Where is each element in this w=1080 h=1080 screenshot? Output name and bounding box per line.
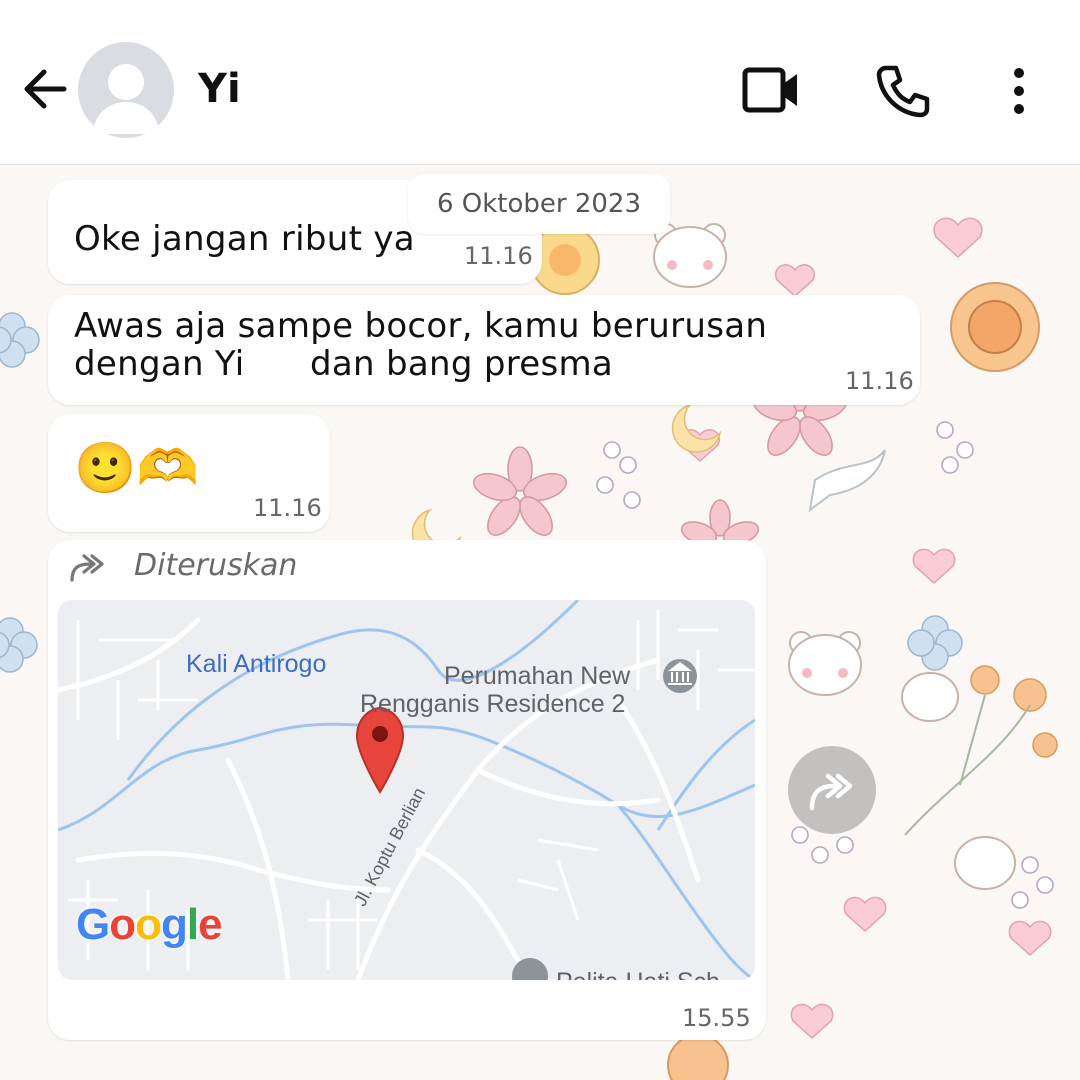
- google-logo: Google: [76, 900, 223, 949]
- location-map-preview[interactable]: Kali Antirogo Perumahan New Rengganis Re…: [58, 600, 755, 980]
- more-options-icon[interactable]: [998, 64, 1040, 118]
- contact-avatar[interactable]: [78, 42, 174, 138]
- avatar-placeholder-icon: [92, 64, 160, 134]
- message-time: 11.16: [845, 367, 914, 395]
- message-text-line-2b: dan bang presma: [310, 344, 614, 384]
- back-arrow-icon[interactable]: [18, 62, 72, 116]
- message-text-line-2a: dengan Yi: [74, 344, 245, 384]
- message-bubble-2[interactable]: Awas aja sampe bocor, kamu berurusan den…: [48, 295, 920, 405]
- message-time: 15.55: [682, 1004, 751, 1032]
- message-bubble-3[interactable]: 🙂🫶 11.16: [48, 414, 330, 532]
- map-label-river: Kali Antirogo: [186, 650, 327, 678]
- message-time: 11.16: [253, 494, 322, 522]
- voice-call-icon[interactable]: [874, 62, 932, 120]
- forward-icon: [809, 773, 853, 811]
- date-divider: 6 Oktober 2023: [408, 174, 670, 234]
- map-label-place-line-1: Perumahan New: [444, 662, 631, 690]
- contact-name[interactable]: Yi: [198, 66, 241, 112]
- forward-message-button[interactable]: [788, 746, 876, 834]
- message-time: 11.16: [464, 242, 533, 270]
- forwarded-icon: [70, 554, 104, 582]
- map-label-school: Pelita Hati Sch: [556, 968, 720, 980]
- video-call-icon[interactable]: [740, 62, 802, 118]
- forwarded-label: Diteruskan: [134, 548, 298, 583]
- map-label-place-line-2: Rengganis Residence 2: [360, 690, 626, 718]
- message-text: Oke jangan ribut ya: [74, 219, 415, 259]
- chat-header: Yi: [0, 0, 1080, 165]
- emoji-message: 🙂🫶: [74, 439, 200, 497]
- message-text-line-1: Awas aja sampe bocor, kamu berurusan: [74, 306, 768, 346]
